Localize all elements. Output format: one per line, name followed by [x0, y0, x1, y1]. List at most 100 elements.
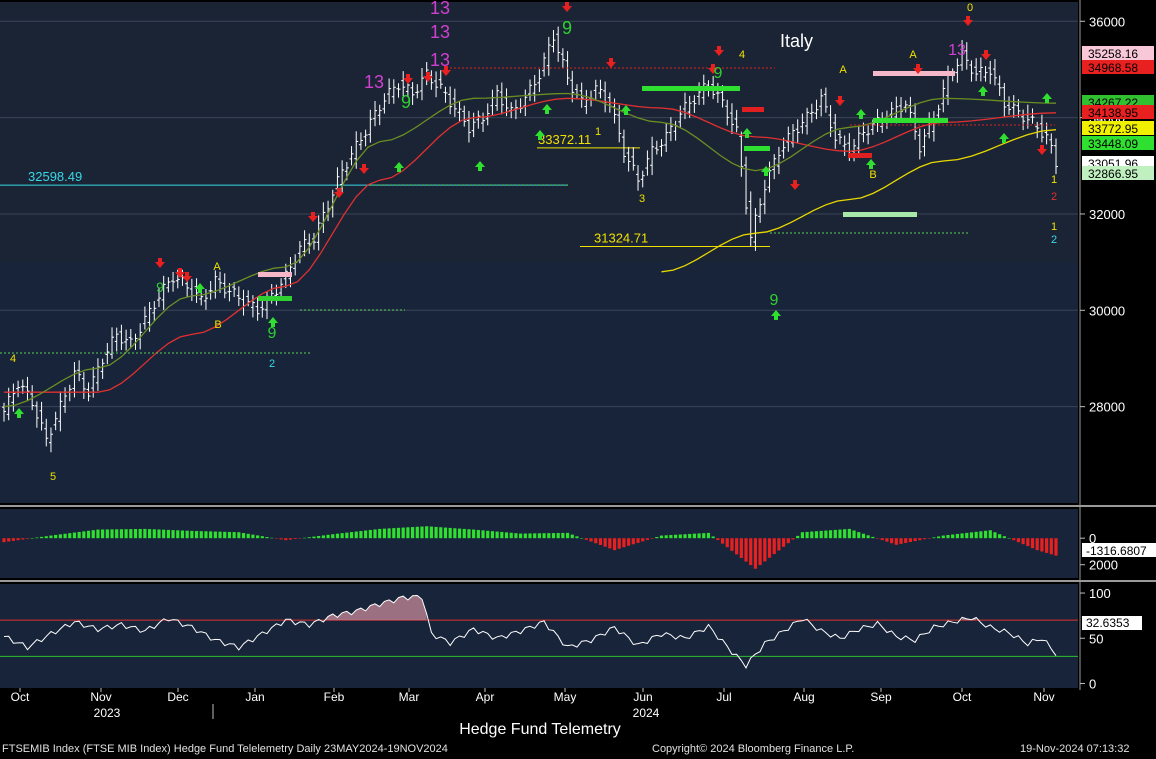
x-month-label: Jan — [245, 690, 264, 704]
momentum-bar — [988, 530, 992, 539]
momentum-bar — [387, 528, 391, 539]
momentum-bar — [439, 527, 443, 539]
momentum-bar — [683, 534, 687, 539]
td-count-label: 4 — [10, 353, 16, 365]
last-value-tag: 33772.95 — [1082, 121, 1154, 136]
momentum-bar — [1007, 538, 1011, 539]
momentum-bar — [30, 538, 34, 539]
momentum-bar — [941, 535, 945, 539]
momentum-bar — [354, 531, 358, 539]
momentum-bar — [514, 533, 518, 539]
momentum-bar — [500, 531, 504, 539]
momentum-bar — [974, 531, 978, 539]
momentum-bar — [617, 538, 621, 549]
momentum-bar — [138, 528, 142, 539]
momentum-bar — [908, 538, 913, 543]
momentum-bar — [673, 534, 678, 539]
momentum-bar — [302, 537, 307, 539]
last-value-tag-text: 33772.95 — [1088, 122, 1138, 136]
last-value-tag-text: 34138.95 — [1088, 106, 1138, 120]
momentum-bar — [786, 538, 790, 544]
momentum-bar — [105, 529, 109, 539]
footer-left: FTSEMIB Index (FTSE MIB Index) Hedge Fun… — [2, 743, 448, 755]
momentum-bar — [669, 535, 673, 539]
momentum-bar — [298, 538, 302, 539]
momentum-bar — [199, 531, 203, 539]
td-count-label: 13 — [364, 72, 384, 92]
momentum-bar — [594, 538, 598, 544]
momentum-bar — [772, 538, 776, 555]
last-value-tag-text: 34968.58 — [1088, 61, 1138, 75]
momentum-bar — [1030, 538, 1035, 549]
momentum-bar — [1002, 536, 1006, 539]
momentum-bar — [495, 531, 499, 539]
momentum-bar — [82, 531, 86, 539]
momentum-bar — [861, 533, 866, 539]
momentum-bar — [561, 532, 565, 539]
momentum-bar — [345, 532, 349, 539]
momentum-bar — [739, 538, 743, 558]
x-month-label: Nov — [1033, 690, 1054, 704]
momentum-bar — [631, 538, 635, 545]
momentum-bar — [838, 529, 842, 539]
x-month-label: Dec — [167, 690, 188, 704]
momentum-bar — [824, 530, 828, 539]
momentum-bar — [598, 538, 603, 545]
td-count-label: 1 — [595, 126, 601, 138]
momentum-bar — [998, 534, 1002, 539]
momentum-bar — [434, 526, 438, 539]
momentum-bar — [486, 530, 490, 539]
td-count-label: 1 — [1051, 174, 1057, 186]
momentum-panel-bg — [0, 509, 1078, 578]
momentum-bar — [565, 532, 570, 539]
price-tick-label: 36000 — [1089, 14, 1125, 29]
last-value-tag: 35258.16 — [1082, 46, 1154, 61]
momentum-bar — [819, 530, 823, 539]
last-value-tag: 34138.95 — [1082, 105, 1154, 120]
signal-zone-bar — [843, 212, 917, 217]
x-month-label: Jul — [716, 690, 731, 704]
momentum-bar — [946, 535, 950, 539]
momentum-bar — [509, 532, 513, 539]
td-count-label: 3 — [639, 193, 645, 205]
momentum-bar — [119, 529, 124, 539]
momentum-bar — [359, 531, 363, 539]
td-count-label: 2 — [1051, 234, 1057, 246]
momentum-bar — [293, 538, 297, 539]
momentum-bar — [697, 533, 701, 539]
momentum-bar — [227, 531, 232, 539]
td-count-label: 0 — [967, 2, 973, 14]
momentum-bar — [622, 538, 626, 548]
rsi-value: 32.6353 — [1086, 616, 1130, 630]
momentum-bar — [955, 533, 959, 539]
momentum-bar — [744, 538, 748, 562]
signal-zone-bar — [848, 153, 872, 158]
momentum-bar — [692, 533, 696, 539]
reference-level-label: 31324.71 — [594, 230, 648, 245]
td-count-label: 2 — [1051, 191, 1057, 203]
rsi-panel-bg — [0, 584, 1078, 688]
momentum-bar — [871, 536, 875, 539]
momentum-bar — [659, 535, 664, 539]
momentum-bar — [814, 531, 819, 539]
momentum-bar — [204, 531, 208, 539]
momentum-bar — [392, 528, 396, 539]
last-value-tag: 34968.58 — [1082, 60, 1154, 75]
chart-caption: Hedge Fund Telemetry — [459, 721, 621, 738]
momentum-bar — [49, 535, 53, 539]
momentum-bar — [373, 529, 377, 539]
momentum-bar — [162, 529, 166, 539]
momentum-bar — [58, 534, 62, 539]
momentum-bar — [918, 538, 922, 541]
momentum-bar — [791, 538, 795, 540]
momentum-bar — [504, 532, 509, 539]
td-count-label: 1 — [1051, 221, 1057, 233]
momentum-bar — [133, 529, 138, 539]
momentum-bar — [16, 538, 20, 541]
momentum-bar — [335, 533, 340, 539]
x-month-label: Feb — [324, 690, 345, 704]
momentum-bar — [68, 533, 72, 539]
momentum-bar — [857, 532, 861, 539]
momentum-bar — [655, 536, 659, 539]
td-count-label: 4 — [739, 49, 745, 61]
